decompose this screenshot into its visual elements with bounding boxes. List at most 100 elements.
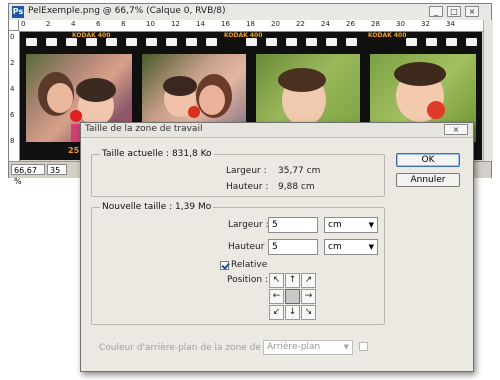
document-title-bar[interactable]: Ps PelExemple.png @ 66,7% (Calque 0, RVB…: [9, 4, 491, 21]
ruler-tick: 14: [196, 20, 205, 28]
anchor-center[interactable]: [285, 289, 300, 304]
canvas-color-value: Arrière-plan: [267, 342, 321, 352]
film-edge-label: KODAK 400: [72, 32, 111, 39]
relative-checkbox[interactable]: [220, 261, 229, 270]
anchor-bottom-right-icon[interactable]: ↘: [301, 305, 316, 320]
ruler-tick: 6: [10, 111, 15, 119]
sprocket-hole: [306, 38, 317, 46]
new-width-label: Largeur :: [228, 220, 269, 230]
ruler-tick: 4: [71, 20, 76, 28]
anchor-left-icon[interactable]: ←: [269, 289, 284, 304]
current-size-title: Taille actuelle : 831,8 Ko: [100, 149, 214, 159]
sprocket-hole: [146, 38, 157, 46]
ruler-tick: 32: [421, 20, 430, 28]
ruler-tick: 28: [371, 20, 380, 28]
anchor-bottom-left-icon[interactable]: ↙: [269, 305, 284, 320]
ruler-tick: 6: [96, 20, 101, 28]
current-width-value: 35,77 cm: [278, 166, 321, 176]
new-size-group: Nouvelle taille : 1,39 Mo Largeur : 5 cm…: [91, 202, 385, 325]
sprocket-hole: [126, 38, 137, 46]
sprocket-hole: [66, 38, 77, 46]
ruler-top[interactable]: 0 2 4 6 8 10 12 14 16 18 20 22 24 26 28 …: [19, 20, 483, 32]
height-unit-select[interactable]: cm ▼: [324, 239, 378, 255]
ruler-tick: 8: [121, 20, 126, 28]
close-window-button[interactable]: ×: [465, 6, 479, 17]
anchor-top-icon[interactable]: ↑: [285, 273, 300, 288]
ruler-left[interactable]: 0 2 4 6 8: [9, 31, 20, 161]
ok-button[interactable]: OK: [396, 153, 460, 167]
sprocket-hole: [26, 38, 37, 46]
ruler-tick: 0: [10, 33, 15, 41]
ruler-tick: 0: [21, 20, 26, 28]
dialog-close-button[interactable]: ×: [444, 124, 468, 135]
sprocket-hole: [406, 38, 417, 46]
anchor-top-left-icon[interactable]: ↖: [269, 273, 284, 288]
minimize-button[interactable]: _: [429, 6, 443, 17]
ruler-tick: 30: [396, 20, 405, 28]
canvas-color-swatch[interactable]: [359, 342, 368, 351]
dropdown-arrow-icon: ▼: [343, 343, 349, 351]
new-size-title: Nouvelle taille : 1,39 Mo: [100, 202, 214, 212]
ruler-tick: 22: [296, 20, 305, 28]
dropdown-arrow-icon: ▼: [368, 221, 374, 229]
ruler-tick: 4: [10, 85, 15, 93]
ruler-tick: 20: [271, 20, 280, 28]
sprocket-hole: [166, 38, 177, 46]
dialog-title-bar[interactable]: Taille de la zone de travail ×: [81, 123, 473, 138]
position-label: Position :: [227, 275, 268, 285]
ruler-corner: [9, 20, 19, 31]
height-unit-value: cm: [328, 242, 342, 252]
ruler-tick: 24: [321, 20, 330, 28]
ruler-tick: 34: [446, 20, 455, 28]
new-height-label: Hauteur :: [228, 242, 271, 252]
current-height-label: Hauteur :: [226, 182, 269, 192]
sprocket-hole: [266, 38, 277, 46]
sprocket-hole: [346, 38, 357, 46]
film-edge-label: KODAK 400: [368, 32, 407, 39]
vertical-scrollbar[interactable]: [483, 20, 493, 161]
sprocket-hole: [106, 38, 117, 46]
sprocket-hole: [446, 38, 457, 46]
sprocket-hole: [246, 38, 257, 46]
frame-number: 25: [68, 146, 80, 155]
sprocket-hole: [426, 38, 437, 46]
dropdown-arrow-icon: ▼: [368, 243, 374, 251]
canvas-color-select[interactable]: Arrière-plan ▼: [263, 340, 353, 355]
ruler-tick: 2: [46, 20, 51, 28]
cancel-button[interactable]: Annuler: [396, 173, 460, 187]
sprocket-hole: [86, 38, 97, 46]
ruler-tick: 18: [246, 20, 255, 28]
width-unit-value: cm: [328, 220, 342, 230]
sprocket-hole: [286, 38, 297, 46]
sprocket-hole: [46, 38, 57, 46]
photoshop-doc-icon: Ps: [12, 6, 24, 18]
ruler-tick: 2: [10, 59, 15, 67]
current-size-group: Taille actuelle : 831,8 Ko Largeur : 35,…: [91, 149, 385, 197]
zoom-level-field[interactable]: 66,67 %: [11, 164, 45, 186]
film-edge-label: KODAK 400: [224, 32, 263, 39]
anchor-top-right-icon[interactable]: ↗: [301, 273, 316, 288]
current-height-value: 9,88 cm: [278, 182, 315, 192]
canvas-size-dialog: Taille de la zone de travail × Taille ac…: [80, 122, 474, 372]
ruler-tick: 26: [346, 20, 355, 28]
anchor-right-icon[interactable]: →: [301, 289, 316, 304]
anchor-position-grid: ↖ ↑ ↗ ← → ↙ ↓ ↘: [269, 273, 317, 321]
sprocket-hole: [326, 38, 337, 46]
sprocket-hole: [206, 38, 217, 46]
new-height-input[interactable]: 5: [268, 239, 318, 255]
dialog-title: Taille de la zone de travail: [85, 124, 203, 134]
ruler-tick: 8: [10, 137, 15, 145]
new-width-input[interactable]: 5: [268, 217, 318, 233]
width-unit-select[interactable]: cm ▼: [324, 217, 378, 233]
sprocket-hole: [466, 38, 477, 46]
current-width-label: Largeur :: [226, 166, 267, 176]
ruler-tick: 10: [146, 20, 155, 28]
anchor-bottom-icon[interactable]: ↓: [285, 305, 300, 320]
sprocket-hole: [186, 38, 197, 46]
relative-label: Relative: [231, 260, 268, 270]
document-title: PelExemple.png @ 66,7% (Calque 0, RVB/8): [28, 6, 226, 16]
maximize-button[interactable]: □: [447, 6, 461, 17]
ruler-tick: 12: [171, 20, 180, 28]
ruler-tick: 16: [221, 20, 230, 28]
document-info-field[interactable]: 35: [47, 164, 67, 175]
